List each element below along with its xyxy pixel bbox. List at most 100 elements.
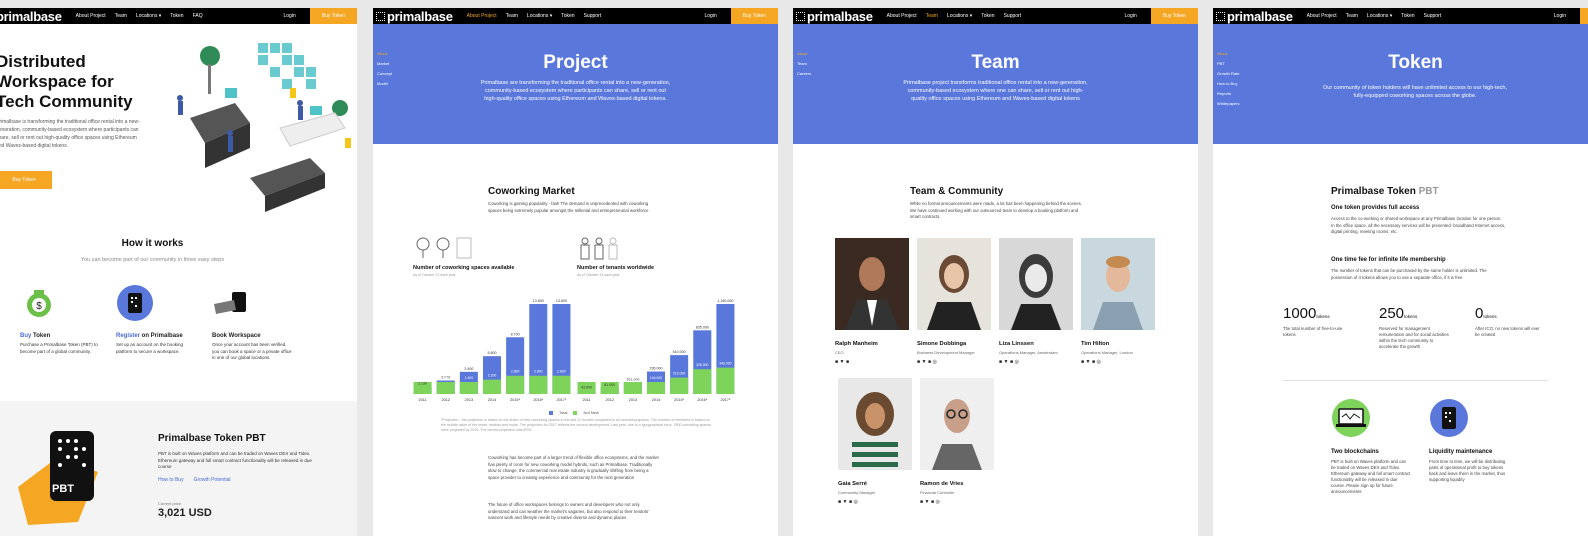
stat-reserved-tokens: 250tokens Reserved for management remune…	[1379, 305, 1449, 350]
hero-buy-button[interactable]: Buy Token	[0, 171, 52, 189]
bar-not-new	[552, 375, 571, 394]
card-hand-icon	[214, 292, 246, 314]
legend-total: Total	[559, 410, 568, 415]
feature-two-blockchains: Two blockchains PBT is built on Waves pl…	[1331, 398, 1411, 495]
top-nav: primalbase About Project Team Locations …	[373, 8, 778, 24]
logo[interactable]: primalbase	[796, 9, 873, 24]
chart-footnote: *Projection - the projection is based on…	[441, 418, 712, 432]
stat-description: Reserved for management remuneration and…	[1379, 326, 1449, 349]
nav-team[interactable]: Team	[506, 13, 518, 19]
logo[interactable]: primalbase	[376, 9, 453, 24]
x-tick-label: 2015*	[510, 398, 520, 402]
feature-description: From time to time, we will be distributi…	[1429, 459, 1506, 482]
nav-team[interactable]: Team	[926, 13, 938, 19]
page-title: Token	[1388, 52, 1443, 73]
side-item-reports[interactable]: Reports	[1217, 89, 1239, 99]
nav-token[interactable]: Token	[1401, 13, 1414, 19]
nav-token[interactable]: Token	[170, 13, 183, 19]
bar-not-new	[670, 377, 689, 394]
bar-not-new	[482, 379, 502, 394]
logo[interactable]: primalbase	[0, 9, 62, 24]
screenshot-collage: primalbase About Project Team Locations …	[0, 0, 1588, 536]
how-to-buy-link[interactable]: How to Buy	[158, 477, 184, 483]
step-title: on Primalbase	[140, 333, 183, 339]
logo[interactable]: primalbase	[1216, 9, 1293, 24]
social-icons[interactable]: ■▼■◎	[999, 359, 1074, 365]
x-tick-label: 2012	[441, 398, 449, 402]
pbt-section: PBT Primalbase Token PBT PBT is built on…	[0, 401, 357, 536]
member-name: Ralph Manheim	[835, 341, 878, 347]
social-icons[interactable]: ■▼■◎	[1081, 359, 1156, 365]
page-description: Our community of token holders will have…	[1322, 85, 1508, 99]
step-highlight: Register	[116, 333, 141, 339]
social-icons[interactable]: ■▼■◎	[917, 359, 992, 365]
x-tick-label: 2017*	[556, 398, 566, 402]
nav-team[interactable]: Team	[115, 13, 127, 19]
nav-locations[interactable]: Locations ▾	[527, 13, 552, 19]
pbt-title: Primalbase Token PBT	[158, 433, 266, 444]
how-it-works-title: How it works	[121, 238, 184, 249]
stat-number: 250	[1379, 305, 1405, 322]
money-bag-icon: $	[27, 290, 51, 317]
page-title: Team	[971, 52, 1020, 73]
login-link[interactable]: Login	[284, 13, 296, 19]
bar-total-label: 13.800	[533, 299, 544, 303]
side-item-how-to-buy[interactable]: How to Buy	[1217, 79, 1239, 89]
nav-support[interactable]: Support	[1424, 13, 1442, 19]
member-role: CEO	[835, 350, 844, 355]
nav-about[interactable]: About Project	[1307, 13, 1337, 19]
stat-unit: tokens	[1483, 314, 1497, 319]
nav-support[interactable]: Support	[1004, 13, 1022, 19]
nav-support[interactable]: Support	[584, 13, 602, 19]
phone-icon	[1430, 399, 1468, 437]
price-value: 3,021 USD	[158, 507, 212, 519]
x-tick-label: 2014	[488, 398, 496, 402]
social-icons[interactable]: ■▼■◎	[920, 499, 995, 505]
how-it-works-subtitle: You can become part of our community in …	[80, 257, 225, 263]
social-icons[interactable]: ■▼■	[835, 359, 910, 365]
bar-not-new	[506, 375, 525, 394]
login-link[interactable]: Login	[705, 13, 717, 19]
top-nav: primalbase About Project Team Locations …	[0, 8, 357, 24]
bar-total-label: 295.000	[650, 367, 663, 371]
office-chairs-icon	[416, 237, 472, 259]
nav-locations[interactable]: Locations ▾	[1367, 13, 1392, 19]
nav-locations[interactable]: Locations ▾	[947, 13, 972, 19]
team-member: Ramon de Vries Financial Controller ■▼■◎	[920, 378, 995, 505]
step-title: Token	[31, 333, 51, 339]
team-member: Simone Dobbinga Business Development Man…	[917, 238, 992, 365]
bar-inner-label: 530	[420, 376, 426, 380]
side-item-whitepapers[interactable]: Whitepapers	[1217, 99, 1239, 109]
buy-token-button[interactable]: Buy Token	[1150, 8, 1198, 24]
nav-locations[interactable]: Locations ▾	[136, 13, 161, 19]
nav-about[interactable]: About Project	[467, 13, 497, 19]
nav-team[interactable]: Team	[1346, 13, 1358, 19]
growth-potential-link[interactable]: Growth Potential	[194, 477, 231, 483]
fee-description: The number of tokens that can be purchas…	[1331, 268, 1487, 280]
nav-token[interactable]: Token	[981, 13, 994, 19]
nav-token[interactable]: Token	[561, 13, 574, 19]
buy-token-button[interactable]	[1580, 8, 1588, 24]
login-link[interactable]: Login	[1554, 13, 1566, 19]
buy-token-button[interactable]: Buy Token	[309, 8, 357, 24]
feature-liquidity: Liquidity maintenance From time to time,…	[1429, 398, 1509, 483]
nav-about[interactable]: About Project	[887, 13, 917, 19]
nav-about[interactable]: About Project	[76, 13, 106, 19]
social-icons[interactable]: ■▼■◎	[838, 499, 913, 505]
feature-description: PBT is built on Waves platform and can b…	[1331, 459, 1411, 494]
x-tick-label: 2017*	[720, 398, 730, 402]
nav-faq[interactable]: FAQ	[193, 13, 203, 19]
team-community-title: Team & Community	[910, 186, 1004, 197]
side-item-model[interactable]: Model	[377, 79, 392, 89]
top-nav: primalbase About Project Team Locations …	[1213, 8, 1588, 24]
project-page: primalbase About Project Team Locations …	[373, 8, 778, 536]
bar-total-label: 8.700	[511, 332, 520, 336]
x-tick-label: 2011	[582, 398, 590, 402]
member-name: Simone Dobbinga	[917, 341, 967, 347]
page-description: Primalbase are transforming the traditio…	[480, 80, 671, 102]
login-link[interactable]: Login	[1125, 13, 1137, 19]
bar-total-label: 1.180.000	[717, 299, 733, 303]
member-role: Business Development Manager	[917, 350, 975, 355]
coworking-spaces-chart: 1.13053020112.07094020123.4001.40020135.…	[413, 299, 571, 402]
buy-token-button[interactable]: Buy Token	[730, 8, 778, 24]
